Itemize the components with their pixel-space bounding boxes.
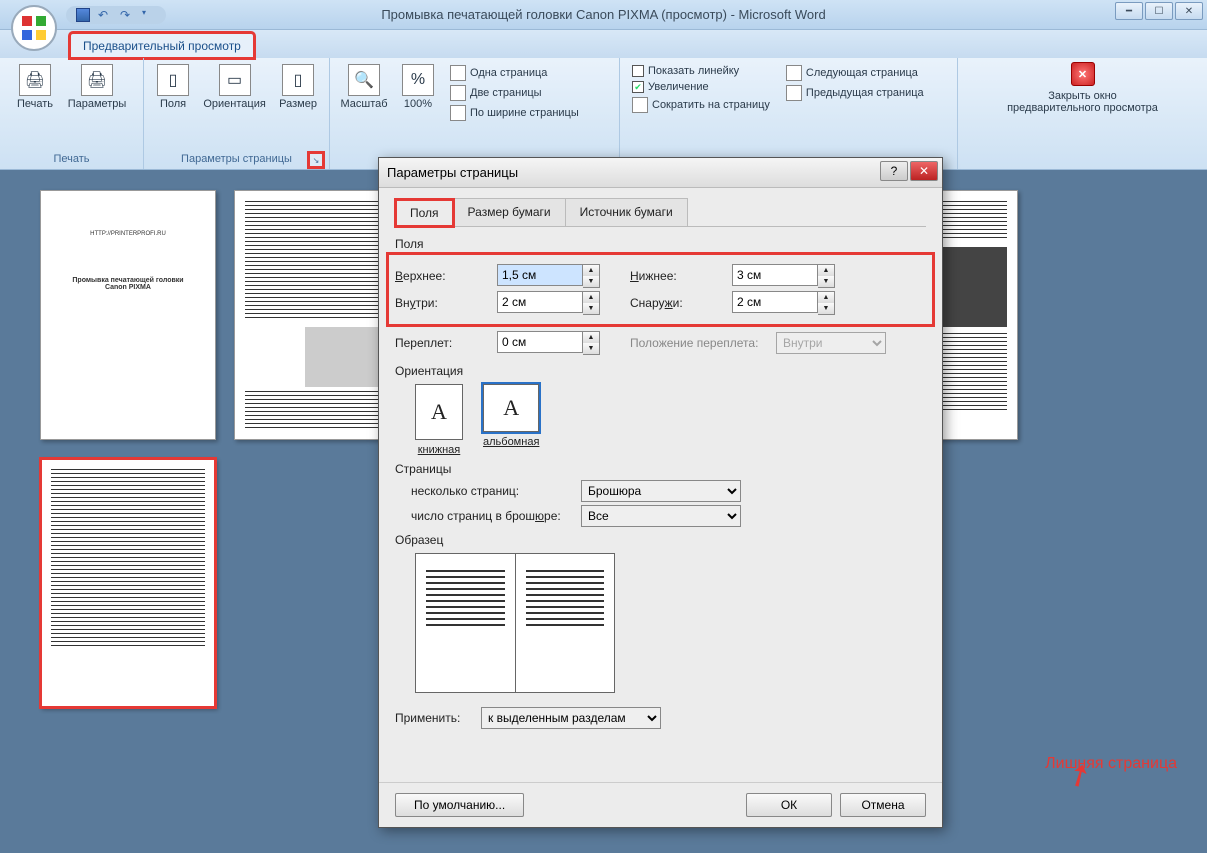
- section-pages: Страницы: [395, 462, 926, 476]
- prev-page-button[interactable]: Предыдущая страница: [784, 84, 926, 102]
- undo-icon[interactable]: ↶: [98, 8, 112, 22]
- zoom100-icon: %: [402, 64, 434, 96]
- preview-image: [415, 553, 615, 693]
- orientation-portrait[interactable]: Aкнижная: [415, 384, 463, 456]
- margins-button[interactable]: ▯Поля: [150, 62, 196, 112]
- default-button[interactable]: По умолчанию...: [395, 793, 524, 817]
- cancel-button[interactable]: Отмена: [840, 793, 926, 817]
- zoom-100-button[interactable]: %100%: [396, 62, 440, 112]
- close-preview-button[interactable]: ✕ Закрыть окно предварительного просмотр…: [993, 62, 1173, 114]
- print-options-button[interactable]: 🖨Параметры: [68, 62, 126, 112]
- select-booklet-pages[interactable]: Все: [581, 505, 741, 527]
- next-page-icon: [786, 65, 802, 81]
- page-thumb-1[interactable]: HTTP://PRINTERPROFI.RUПромывка печатающе…: [40, 190, 216, 440]
- shrink-one-page-button[interactable]: Сократить на страницу: [630, 96, 772, 114]
- minimize-button[interactable]: ━: [1115, 2, 1143, 20]
- orientation-button[interactable]: ▭Ориентация: [200, 62, 269, 112]
- ribbon: 🖨Печать 🖨Параметры Печать ▯Поля ▭Ориента…: [0, 58, 1207, 170]
- label-apply-to: Применить:: [395, 711, 475, 725]
- label-inside: Внутри:: [395, 296, 491, 310]
- ribbon-tab-row: Предварительный просмотр: [0, 30, 1207, 58]
- page-size-icon: ▯: [282, 64, 314, 96]
- spin-down-icon[interactable]: ▼: [583, 276, 599, 287]
- section-preview: Образец: [395, 533, 926, 547]
- label-bottom: Нижнее:: [630, 269, 726, 283]
- select-apply-to[interactable]: к выделенным разделам: [481, 707, 661, 729]
- maximize-button[interactable]: ☐: [1145, 2, 1173, 20]
- input-top-margin[interactable]: [497, 264, 583, 286]
- titlebar: ↶ ↷ ▾ Промывка печатающей головки Canon …: [0, 0, 1207, 30]
- dialog-close-button[interactable]: ✕: [910, 161, 938, 181]
- next-page-button[interactable]: Следующая страница: [784, 64, 926, 82]
- checkbox-icon: [632, 65, 644, 77]
- one-page-icon: [450, 65, 466, 81]
- printer-settings-icon: 🖨: [81, 64, 113, 96]
- two-pages-icon: [450, 85, 466, 101]
- dialog-help-button[interactable]: ?: [880, 161, 908, 181]
- input-gutter[interactable]: [497, 331, 583, 353]
- qat-dropdown-icon[interactable]: ▾: [142, 8, 156, 22]
- close-icon: ✕: [1071, 62, 1095, 86]
- label-top: Верхнее:: [395, 269, 491, 283]
- page-width-button[interactable]: По ширине страницы: [448, 104, 581, 122]
- group-label-page-setup: Параметры страницы↘: [150, 151, 323, 167]
- redo-icon[interactable]: ↷: [120, 8, 134, 22]
- label-gutter: Переплет:: [395, 336, 491, 350]
- page-setup-dialog-launcher[interactable]: ↘: [309, 153, 323, 167]
- ok-button[interactable]: ОК: [746, 793, 832, 817]
- shrink-icon: [632, 97, 648, 113]
- label-gutter-pos: Положение переплета:: [630, 336, 770, 350]
- margins-highlight-box: Верхнее: ▲▼ Внутри: ▲▼ Нижнее: ▲▼ Снаруж…: [389, 255, 932, 324]
- prev-page-icon: [786, 85, 802, 101]
- tab-paper-source[interactable]: Источник бумаги: [565, 198, 688, 226]
- input-bottom-margin[interactable]: [732, 264, 818, 286]
- page-thumb-5[interactable]: [40, 458, 216, 708]
- two-pages-button[interactable]: Две страницы: [448, 84, 581, 102]
- select-gutter-pos: Внутри: [776, 332, 886, 354]
- magnifier-checkbox[interactable]: ✔Увеличение: [630, 80, 772, 94]
- tab-paper-size[interactable]: Размер бумаги: [453, 198, 566, 226]
- group-label-print: Печать: [6, 151, 137, 167]
- label-multi-pages: несколько страниц:: [411, 484, 575, 498]
- quick-access-toolbar: ↶ ↷ ▾: [66, 6, 166, 24]
- margins-icon: ▯: [157, 64, 189, 96]
- section-margins: Поля: [395, 237, 926, 251]
- page-setup-dialog: Параметры страницы ? ✕ Поля Размер бумаг…: [378, 157, 943, 828]
- window-title: Промывка печатающей головки Canon PIXMA …: [381, 7, 825, 22]
- show-ruler-checkbox[interactable]: Показать линейку: [630, 64, 772, 78]
- dialog-title: Параметры страницы: [387, 165, 518, 180]
- office-button[interactable]: [10, 4, 58, 52]
- tab-margins[interactable]: Поля: [395, 199, 454, 227]
- select-multi-pages[interactable]: Брошюра: [581, 480, 741, 502]
- input-outside-margin[interactable]: [732, 291, 818, 313]
- close-button[interactable]: ✕: [1175, 2, 1203, 20]
- printer-icon: 🖨: [19, 64, 51, 96]
- save-icon[interactable]: [76, 8, 90, 22]
- spin-up-icon[interactable]: ▲: [583, 265, 599, 276]
- orientation-icon: ▭: [219, 64, 251, 96]
- page-width-icon: [450, 105, 466, 121]
- input-inside-margin[interactable]: [497, 291, 583, 313]
- checkbox-icon: ✔: [632, 81, 644, 93]
- annotation-extra-page: Лишняя страница: [1045, 755, 1177, 773]
- print-button[interactable]: 🖨Печать: [6, 62, 64, 112]
- label-booklet-pages: число страниц в брошюре:: [411, 509, 575, 523]
- magnifier-icon: 🔍: [348, 64, 380, 96]
- section-orientation: Ориентация: [395, 364, 926, 378]
- one-page-button[interactable]: Одна страница: [448, 64, 581, 82]
- size-button[interactable]: ▯Размер: [273, 62, 323, 112]
- orientation-landscape[interactable]: Aальбомная: [483, 384, 539, 456]
- label-outside: Снаружи:: [630, 296, 726, 310]
- dialog-titlebar[interactable]: Параметры страницы ? ✕: [379, 158, 942, 188]
- zoom-button[interactable]: 🔍Масштаб: [336, 62, 392, 112]
- tab-print-preview[interactable]: Предварительный просмотр: [70, 33, 254, 58]
- dialog-tabs: Поля Размер бумаги Источник бумаги: [395, 198, 926, 227]
